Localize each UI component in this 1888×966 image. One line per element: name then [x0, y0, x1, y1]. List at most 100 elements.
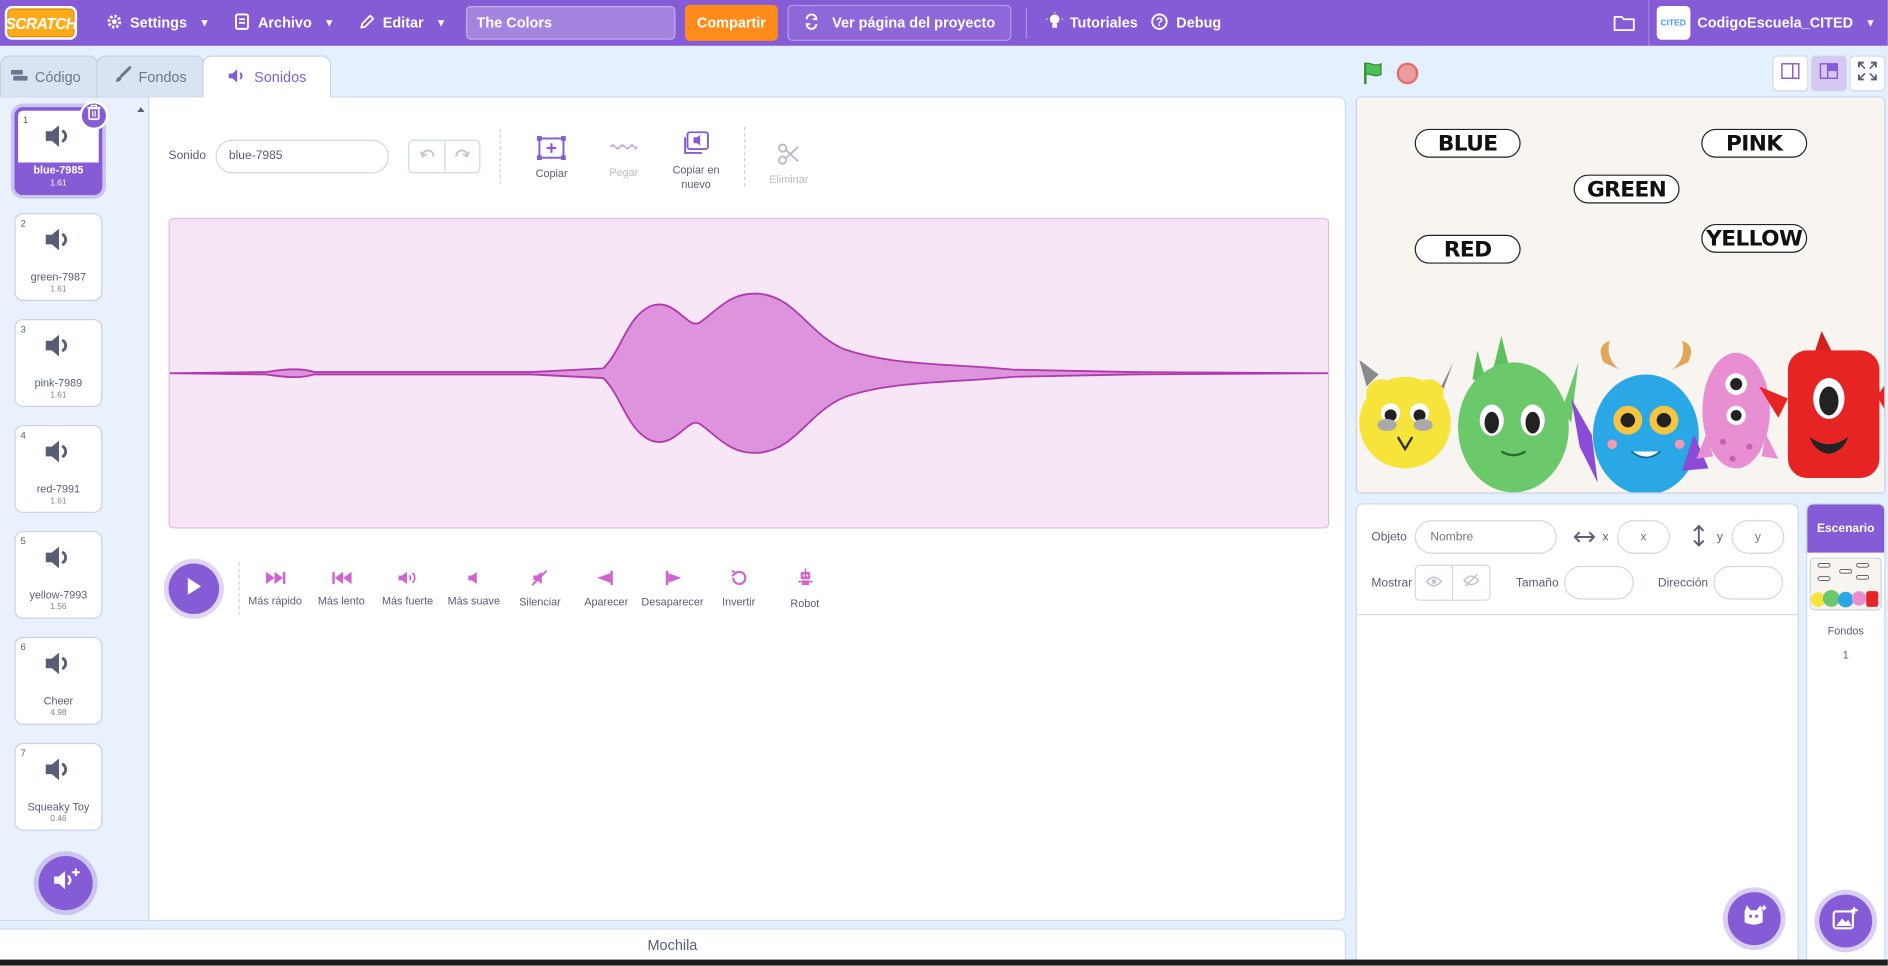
pencil-icon [359, 13, 376, 33]
yellow-word-sprite[interactable]: YELLOW [1701, 223, 1808, 253]
sprite-name-input[interactable] [1414, 520, 1557, 554]
normal-stage-button[interactable] [1810, 55, 1847, 92]
hide-sprite-button[interactable] [1452, 565, 1489, 600]
copy-button[interactable]: Copiar [518, 135, 585, 179]
tab-backdrops[interactable]: Fondos [96, 55, 205, 97]
mute-effect-button[interactable]: Silenciar [507, 569, 573, 608]
my-stuff-folder-icon[interactable] [1600, 0, 1648, 46]
play-icon [185, 576, 202, 601]
list-item[interactable]: 6 Cheer 4.98 [14, 636, 103, 725]
copy-to-new-label-line2: nuevo [681, 178, 711, 191]
stop-icon[interactable] [1396, 62, 1419, 85]
reverse-icon [729, 569, 748, 588]
y-input[interactable] [1731, 520, 1785, 554]
mute-icon [529, 569, 551, 588]
add-sound-button[interactable] [38, 856, 93, 911]
speaker-icon [16, 438, 101, 469]
green-flag-icon[interactable] [1361, 60, 1387, 93]
direction-label: Dirección [1657, 576, 1709, 590]
green-word-sprite[interactable]: GREEN [1573, 174, 1680, 204]
stage-thumbnail-image [1810, 563, 1879, 608]
see-project-page-button[interactable]: Ver página del proyecto [787, 4, 1011, 41]
waveform-display[interactable] [168, 217, 1330, 529]
project-title-input[interactable] [465, 6, 676, 40]
toolbar-divider [744, 125, 746, 187]
fullscreen-button[interactable] [1849, 55, 1886, 92]
undo-redo-group [408, 139, 481, 173]
list-item[interactable]: 2 green-7987 1.61 [14, 213, 103, 301]
list-item[interactable]: 7 Squeaky Toy 0.46 [14, 742, 103, 831]
small-stage-icon [1781, 62, 1800, 85]
stage-thumbnail[interactable] [1809, 557, 1882, 611]
faster-effect-button[interactable]: Más rápido [242, 571, 308, 607]
redo-icon [455, 145, 470, 167]
fade-out-label: Desaparecer [641, 595, 704, 609]
paste-button[interactable]: Pegar [590, 134, 657, 178]
tutorials-button[interactable]: Tutoriales [1034, 0, 1150, 46]
size-input[interactable] [1563, 565, 1634, 600]
delete-sound-button[interactable] [79, 101, 109, 131]
slower-effect-button[interactable]: Más lento [308, 571, 374, 607]
blue-word-sprite[interactable]: BLUE [1414, 128, 1521, 158]
red-word-sprite[interactable]: RED [1414, 234, 1521, 264]
list-item[interactable]: 4 red-7991 1.61 [14, 425, 103, 513]
sound-list-scrollbar[interactable] [135, 100, 147, 916]
lightbulb-icon [1045, 11, 1063, 34]
file-menu[interactable]: Archivo ▼ [222, 0, 347, 46]
settings-menu[interactable]: Settings ▼ [94, 0, 222, 46]
direction-input[interactable] [1713, 565, 1784, 600]
sound-name: blue-7985 [33, 163, 84, 176]
copy-to-new-label-line1: Copiar en [672, 163, 720, 176]
share-button[interactable]: Compartir [684, 4, 778, 41]
sound-name-input[interactable]: blue-7985 [215, 139, 390, 173]
redo-button[interactable] [444, 140, 479, 172]
play-sound-button[interactable] [168, 563, 220, 615]
pink-monster [1696, 352, 1779, 469]
copy-to-new-button[interactable]: Copiar en nuevo [662, 131, 729, 190]
list-item[interactable]: 5 yellow-7993 1.56 [14, 530, 103, 619]
avatar: CITED [1656, 6, 1691, 40]
delete-selection-button[interactable]: Eliminar [755, 141, 822, 185]
tab-code[interactable]: Código [0, 55, 99, 97]
robot-effect-button[interactable]: Robot [772, 568, 838, 609]
add-sprite-button[interactable] [1727, 892, 1781, 946]
show-sprite-button[interactable] [1416, 566, 1452, 600]
visibility-toggle [1414, 564, 1491, 601]
copy-to-new-icon [683, 131, 710, 157]
small-stage-button[interactable] [1772, 55, 1809, 92]
debug-button[interactable]: ? Debug [1150, 0, 1233, 46]
sound-name-label: Sonido [168, 149, 207, 163]
backpack-toggle[interactable]: Mochila [0, 928, 1347, 962]
menu-bar: SCRATCH Settings ▼ Archivo ▼ Editar ▼ Co… [0, 0, 1888, 46]
sound-name: green-7987 [30, 270, 87, 283]
softer-effect-button[interactable]: Más suave [441, 571, 507, 607]
fade-in-label: Aparecer [584, 595, 629, 609]
file-icon [234, 12, 251, 33]
stage-selector-panel[interactable]: Escenario Fondos 1 [1806, 503, 1886, 966]
bug-icon: ? [1150, 11, 1169, 34]
sound-duration: 1.61 [50, 179, 67, 188]
green-monster [1458, 335, 1579, 493]
tab-sounds[interactable]: Sonidos [202, 55, 332, 98]
trash-icon [87, 104, 101, 127]
fade-out-effect-button[interactable]: Desaparecer [639, 569, 705, 608]
stage-canvas[interactable]: BLUE PINK GREEN YELLOW RED [1355, 96, 1886, 494]
settings-label: Settings [130, 14, 188, 32]
louder-effect-button[interactable]: Más fuerte [374, 571, 440, 607]
list-item[interactable]: 1 blue-7985 1.61 [14, 101, 109, 196]
sound-edit-area: Sonido blue-7985 Copiar Pegar Copiar en … [149, 98, 1345, 920]
reverse-effect-button[interactable]: Invertir [706, 569, 772, 608]
x-input[interactable] [1616, 520, 1670, 554]
undo-button[interactable] [410, 140, 445, 171]
robot-label: Robot [790, 597, 820, 610]
scratch-logo[interactable]: SCRATCH [4, 6, 77, 40]
fade-in-effect-button[interactable]: Aparecer [573, 569, 639, 608]
pink-word-sprite[interactable]: PINK [1701, 128, 1808, 158]
add-backdrop-button[interactable] [1819, 894, 1873, 948]
backdrops-count: 1 [1842, 648, 1849, 661]
list-item[interactable]: 3 pink-7989 1.61 [14, 319, 103, 407]
see-project-label: Ver página del proyecto [832, 14, 996, 32]
sound-list: 1 blue-7985 1.61 2 green-7987 1.61 3 pin… [0, 97, 150, 920]
account-menu[interactable]: CITED CodigoEscuela_CITED ▼ [1647, 0, 1888, 46]
edit-menu[interactable]: Editar ▼ [347, 0, 459, 46]
